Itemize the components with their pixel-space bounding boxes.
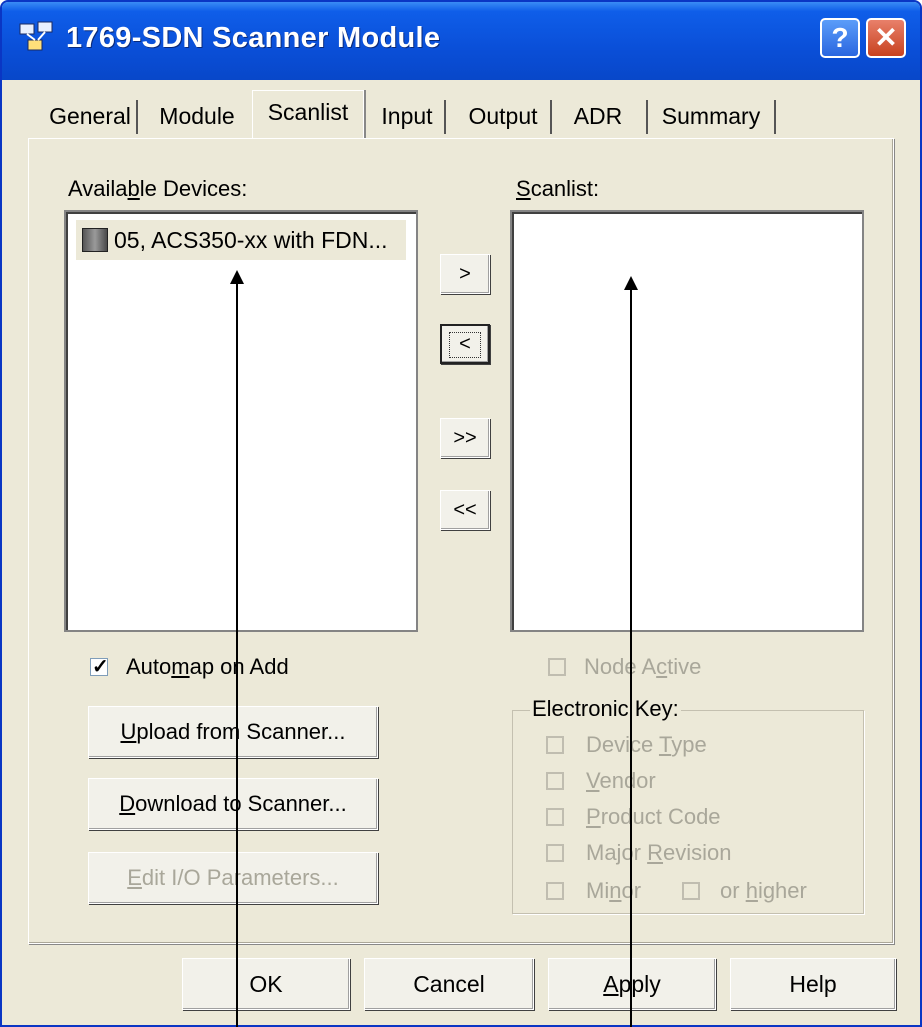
add-to-scanlist-button[interactable]: >: [440, 254, 490, 294]
close-button[interactable]: ✕: [866, 18, 906, 58]
edit-io-parameters-button[interactable]: Edit I/O Parameters...: [88, 852, 378, 904]
scanlist-list[interactable]: [510, 210, 864, 632]
automap-checkbox[interactable]: ✓: [90, 656, 109, 678]
automap-label: Automap on Add: [126, 654, 289, 679]
device-icon: [82, 228, 108, 252]
vendor-label: Vendor: [586, 768, 656, 793]
remove-all-button[interactable]: <<: [440, 490, 490, 530]
node-active-checkbox[interactable]: [548, 658, 566, 676]
product-code-label: Product Code: [586, 804, 721, 829]
device-type-checkbox[interactable]: [546, 736, 564, 754]
title-bar[interactable]: 1769-SDN Scanner Module ? ✕: [2, 2, 920, 80]
electronic-key-title: Electronic Key:: [530, 696, 681, 722]
scanlist-label: Scanlist:: [516, 176, 600, 201]
major-revision-label: Major Revision: [586, 840, 732, 865]
tab-module[interactable]: Module: [146, 96, 248, 136]
available-devices-label: Available Devices:: [68, 176, 248, 201]
minor-checkbox[interactable]: [546, 882, 564, 900]
tab-general[interactable]: General: [42, 96, 138, 136]
callout-line-left: [236, 282, 238, 1027]
or-higher-checkbox[interactable]: [682, 882, 700, 900]
tab-summary[interactable]: Summary: [646, 96, 776, 136]
or-higher-label: or higher: [720, 878, 807, 903]
tab-output[interactable]: Output: [454, 96, 552, 136]
tab-input[interactable]: Input: [368, 96, 446, 136]
tab-scanlist[interactable]: Scanlist: [252, 90, 364, 139]
upload-from-scanner-button[interactable]: Upload from Scanner...: [88, 706, 378, 758]
cancel-button[interactable]: Cancel: [364, 958, 534, 1010]
vendor-checkbox[interactable]: [546, 772, 564, 790]
help-title-button[interactable]: ?: [820, 18, 860, 58]
tab-adr[interactable]: ADR: [558, 96, 638, 136]
node-active-label: Node Active: [584, 654, 702, 679]
list-item[interactable]: 05, ACS350-xx with FDN...: [76, 220, 406, 260]
window-title: 1769-SDN Scanner Module: [66, 22, 441, 54]
remove-from-scanlist-button[interactable]: <: [440, 324, 490, 364]
callout-line-right: [630, 288, 632, 1027]
ok-button[interactable]: OK: [182, 958, 350, 1010]
device-name: 05, ACS350-xx with FDN...: [114, 227, 388, 253]
apply-button[interactable]: Apply: [548, 958, 716, 1010]
device-type-label: Device Type: [586, 732, 707, 757]
remove-label: <: [449, 332, 481, 358]
minor-label: Minor: [586, 878, 641, 903]
download-to-scanner-button[interactable]: Download to Scanner...: [88, 778, 378, 830]
major-revision-checkbox[interactable]: [546, 844, 564, 862]
help-button[interactable]: Help: [730, 958, 896, 1010]
add-all-button[interactable]: >>: [440, 418, 490, 458]
check-mark-icon: ✓: [92, 656, 109, 678]
network-app-icon: [19, 21, 53, 51]
scanner-module-dialog: 1769-SDN Scanner Module ? ✕ General Modu…: [0, 0, 922, 1027]
product-code-checkbox[interactable]: [546, 808, 564, 826]
